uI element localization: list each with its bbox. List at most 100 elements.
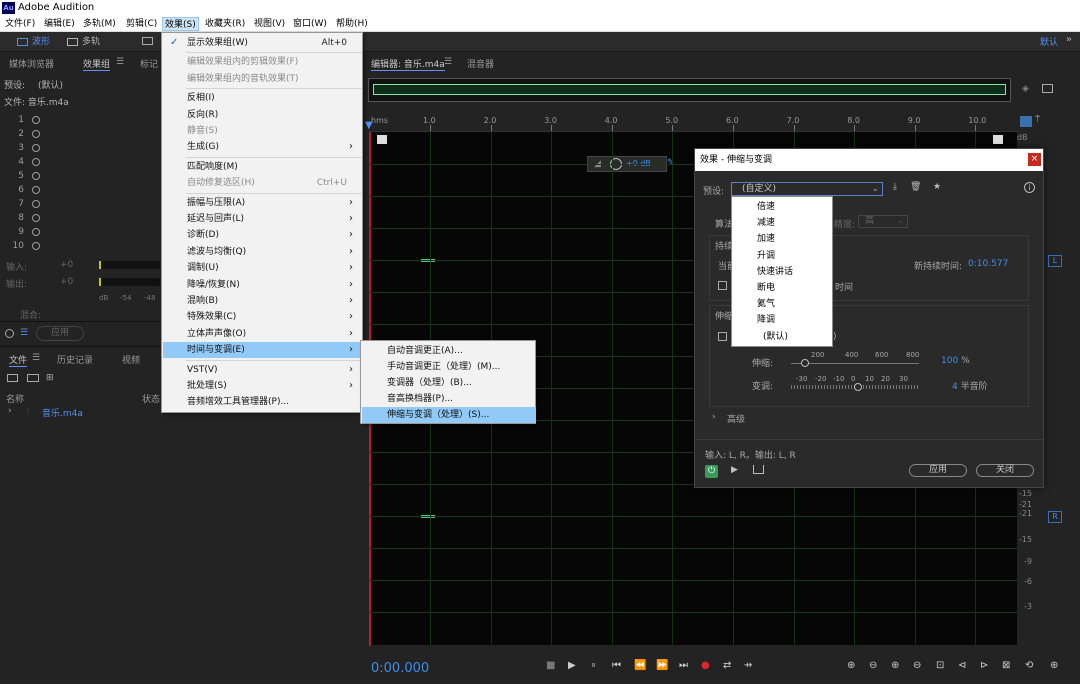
- effects-menu-item[interactable]: 延迟与回声(L) ›: [163, 211, 361, 227]
- effects-menu-item[interactable]: 调制(U) ›: [163, 260, 361, 276]
- effect-slot[interactable]: 7: [8, 197, 40, 211]
- power-icon[interactable]: [32, 157, 40, 166]
- effects-menu-item[interactable]: 振幅与压限(A) ›: [163, 195, 361, 211]
- effects-menu-item[interactable]: VST(V) ›: [163, 362, 361, 378]
- submenu-item[interactable]: 变调器（处理）(B)...: [362, 375, 536, 391]
- effects-menu-item[interactable]: 滤波与均衡(Q) ›: [163, 244, 361, 260]
- preset-option[interactable]: 降调: [732, 312, 832, 328]
- info-icon[interactable]: i: [1024, 182, 1035, 193]
- col-name[interactable]: 名称: [6, 392, 24, 405]
- tab-effects-rack[interactable]: 效果组: [83, 57, 111, 71]
- power-icon[interactable]: [32, 199, 40, 208]
- menu-effects[interactable]: 效果(S): [162, 17, 199, 31]
- menu-window[interactable]: 窗口(W): [291, 17, 329, 31]
- loop-icon[interactable]: ⇄: [723, 660, 731, 671]
- effects-menu-item[interactable]: 降噪/恢复(N) ›: [163, 277, 361, 293]
- hud-pin-icon[interactable]: ✎: [667, 158, 675, 168]
- delete-preset-icon[interactable]: 🗑: [910, 182, 921, 192]
- power-icon[interactable]: [32, 129, 40, 138]
- submenu-item[interactable]: 音高换档器(P)...: [362, 391, 536, 407]
- skip-icon[interactable]: ⇸: [744, 660, 752, 671]
- stop-icon[interactable]: ■: [546, 660, 555, 671]
- rewind-icon[interactable]: ⏪: [634, 660, 646, 671]
- effects-menu-item[interactable]: 编辑效果组内的剪辑效果(F): [163, 54, 361, 70]
- zoom-in-left-icon[interactable]: ⊲: [958, 660, 966, 671]
- preset-option[interactable]: 断电: [732, 280, 832, 296]
- power-icon[interactable]: [32, 143, 40, 152]
- record-icon[interactable]: ●: [701, 660, 710, 671]
- preview-play-icon[interactable]: ▶: [731, 465, 738, 475]
- menu-favorites[interactable]: 收藏夹(R): [203, 17, 247, 31]
- zoom-selection-icon[interactable]: ⊠: [1002, 660, 1010, 671]
- stretch-slider-knob[interactable]: [801, 359, 809, 367]
- rack-apply-button[interactable]: 应用: [36, 326, 84, 341]
- pause-icon[interactable]: ⏸: [591, 660, 596, 671]
- preset-option[interactable]: 升调: [732, 248, 832, 264]
- zoom-extra-icon[interactable]: ⊕: [1050, 660, 1058, 671]
- power-icon[interactable]: [32, 115, 40, 124]
- effect-slot[interactable]: 6: [8, 183, 40, 197]
- effect-slot[interactable]: 4: [8, 155, 40, 169]
- expand-chevron-icon[interactable]: ›: [8, 406, 12, 416]
- effects-menu-item[interactable]: 批处理(S) ›: [163, 378, 361, 394]
- effects-menu-item[interactable]: 时间与变调(E) ›: [163, 342, 361, 359]
- preset-option[interactable]: 氦气: [732, 296, 832, 312]
- import-icon[interactable]: [27, 374, 39, 382]
- fast-forward-icon[interactable]: ⏩: [656, 660, 668, 671]
- go-start-icon[interactable]: ⏮: [612, 660, 621, 671]
- play-icon[interactable]: ▶: [568, 660, 576, 671]
- stretch-slider-track[interactable]: [791, 363, 919, 364]
- preview-loop-icon[interactable]: [753, 465, 764, 474]
- pitch-value[interactable]: 4 半音阶: [952, 379, 988, 392]
- pitch-slider-knob[interactable]: [854, 383, 862, 391]
- go-end-icon[interactable]: ⏭: [679, 660, 688, 671]
- zoom-out-amplitude-icon[interactable]: ⊖: [869, 660, 877, 671]
- effect-slot[interactable]: 10: [8, 239, 40, 253]
- playhead-marker-icon[interactable]: ▼: [365, 120, 373, 131]
- col-status[interactable]: 状态: [142, 392, 160, 405]
- dialog-apply-button[interactable]: 应用: [909, 464, 967, 477]
- power-icon[interactable]: [32, 185, 40, 194]
- workspace-more-icon[interactable]: »: [1066, 34, 1072, 45]
- stretch-value[interactable]: 100 %: [941, 356, 970, 366]
- power-icon[interactable]: [32, 171, 40, 180]
- effect-power-icon[interactable]: ⏻: [705, 465, 718, 478]
- time-ruler[interactable]: hms ▼ 1.0 2.0 3.0 4.0 5.0 6.0 7.0 8.0 9.0 10.0: [365, 114, 1017, 131]
- lock-duration-checkbox[interactable]: [718, 281, 727, 290]
- effect-slot[interactable]: 1: [8, 113, 40, 127]
- favorite-star-icon[interactable]: ★: [933, 182, 941, 192]
- effects-menu-item[interactable]: 混响(B) ›: [163, 293, 361, 309]
- effect-slot[interactable]: 3: [8, 141, 40, 155]
- menu-multitrack[interactable]: 多轨(M): [81, 17, 118, 31]
- open-folder-icon[interactable]: [7, 374, 18, 382]
- channel-right-label[interactable]: R: [1048, 511, 1062, 523]
- tab-markers[interactable]: 标记: [140, 57, 158, 70]
- effects-menu-item[interactable]: 生成(G) ›: [163, 139, 361, 155]
- zoom-icon[interactable]: ◈: [1022, 84, 1029, 94]
- effects-menu-item[interactable]: 显示效果组(W) ✓ Alt+0: [163, 35, 361, 51]
- preset-option[interactable]: 倍速: [732, 199, 832, 215]
- menu-clip[interactable]: 剪辑(C): [124, 17, 159, 31]
- submenu-item[interactable]: 自动音调更正(A)...: [362, 343, 536, 359]
- zoom-in-time-icon[interactable]: ⊕: [891, 660, 899, 671]
- save-preset-icon[interactable]: ⤓: [893, 182, 897, 192]
- submenu-item[interactable]: 伸缩与变调（处理）(S)...: [362, 407, 536, 423]
- editor-menu-icon[interactable]: ☰: [444, 57, 452, 67]
- effect-slot[interactable]: 9: [8, 225, 40, 239]
- tab-mixer[interactable]: 混音器: [467, 57, 494, 70]
- dialog-preset-select[interactable]: (自定义) ⌄: [731, 182, 883, 196]
- snap-icon[interactable]: [1020, 116, 1032, 127]
- effects-menu-item[interactable]: 立体声声像(O) ›: [163, 326, 361, 342]
- channel-left-label[interactable]: L: [1048, 255, 1062, 267]
- tab-history[interactable]: 历史记录: [57, 353, 93, 366]
- menu-help[interactable]: 帮助(H): [334, 17, 370, 31]
- zoom-in-amplitude-icon[interactable]: ⊕: [847, 660, 855, 671]
- new-file-icon[interactable]: ⊞: [46, 373, 54, 383]
- precision-select[interactable]: 高 ⌄: [858, 215, 908, 228]
- effect-slot[interactable]: 8: [8, 211, 40, 225]
- effects-menu-item[interactable]: 反向(R): [163, 107, 361, 123]
- effect-slot[interactable]: 5: [8, 169, 40, 183]
- effects-menu-item[interactable]: 自动修复选区(H) Ctrl+U: [163, 175, 361, 191]
- effects-menu-item[interactable]: 诊断(D) ›: [163, 227, 361, 243]
- time-display[interactable]: 0:00.000: [371, 661, 429, 676]
